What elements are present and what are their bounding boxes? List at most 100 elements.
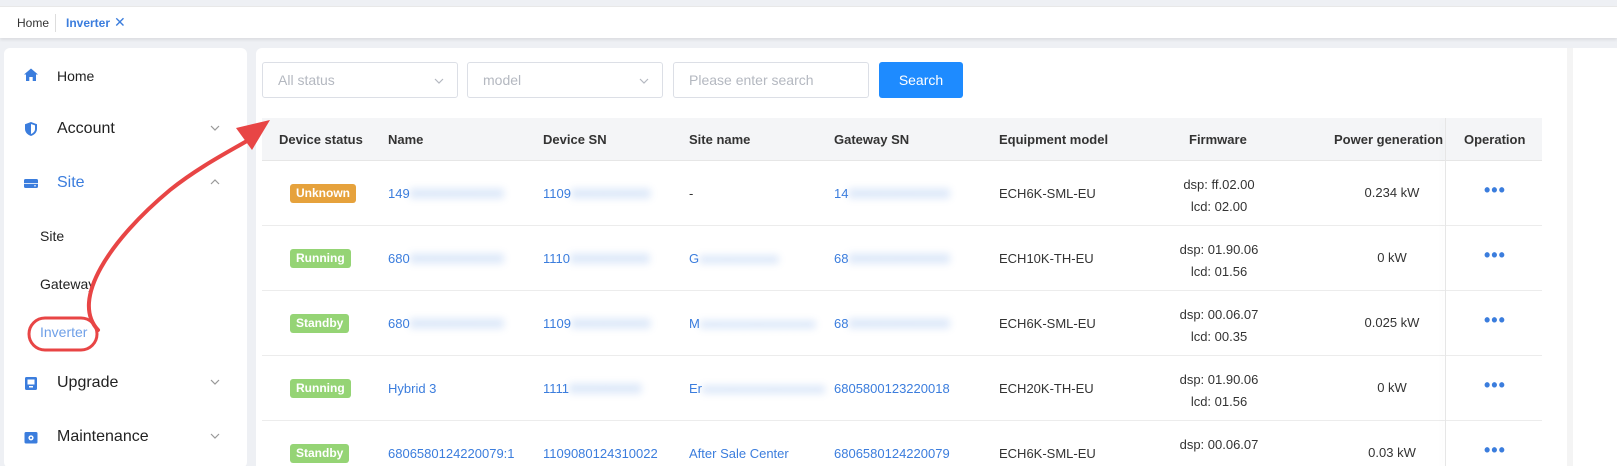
sidebar-item-home[interactable]: Home <box>4 55 247 95</box>
status-badge: Running <box>290 379 351 398</box>
firmware: dsp: 00.06.07 lcd: 00.35 <box>1179 307 1259 344</box>
column-header: Firmware <box>1189 132 1247 147</box>
chevron-down-icon <box>210 125 220 131</box>
site-name-link[interactable]: Erooooooooooooooooo <box>689 381 825 396</box>
device-name-link[interactable]: Hybrid 3 <box>388 381 436 396</box>
firmware: dsp: 01.90.06 lcd: 01.56 <box>1179 242 1259 279</box>
sidebar-subitem-label: Gateway <box>40 276 96 292</box>
power-generation: 0.025 kW <box>1364 315 1420 330</box>
sidebar-item-label: Site <box>57 174 85 191</box>
device-name-link[interactable]: 1490000000000000 <box>388 186 504 201</box>
search-input[interactable] <box>673 62 869 98</box>
column-header: Operation <box>1464 132 1526 147</box>
sidebar-item-site[interactable]: Site <box>4 163 247 203</box>
column-header: Device SN <box>543 132 607 147</box>
tab-home[interactable]: Home <box>17 16 49 30</box>
site-name-link[interactable]: After Sale Center <box>689 446 789 461</box>
status-select[interactable]: All status <box>262 62 458 98</box>
tab-bar: Home Inverter ✕ <box>0 6 1617 38</box>
toolbox-icon <box>24 432 38 444</box>
table-row[interactable]: Running 6800000000000000 111000000000000… <box>262 226 1542 291</box>
device-name-link[interactable]: 6800000000000000 <box>388 251 504 266</box>
more-icon[interactable]: ••• <box>1484 310 1506 331</box>
table-row[interactable]: Standby 6800000000000000 110900000000000… <box>262 291 1542 356</box>
search-button[interactable]: Search <box>879 62 963 98</box>
chevron-up-icon <box>210 179 220 185</box>
sidebar-subitem-inverter[interactable]: Inverter <box>40 315 240 349</box>
tab-inverter[interactable]: Inverter <box>66 16 110 30</box>
device-sn-link[interactable]: 110900000000000 <box>543 186 651 201</box>
equipment-model: ECH10K-TH-EU <box>999 251 1094 266</box>
main-panel: All status model Search Device status Na… <box>256 48 1617 466</box>
gateway-sn-link[interactable]: 6806580124220079 <box>834 446 950 461</box>
server-icon <box>24 179 38 188</box>
firmware: dsp: ff.02.00 lcd: 02.00 <box>1183 177 1255 214</box>
gateway-sn-link[interactable]: 6800000000000000 <box>834 316 950 331</box>
close-icon[interactable]: ✕ <box>114 14 126 31</box>
site-name: - <box>689 186 694 201</box>
model-select-placeholder: model <box>483 72 522 88</box>
fixed-column-divider <box>1445 118 1446 466</box>
sidebar-subitem-label: Site <box>40 228 65 244</box>
table-row[interactable]: Unknown 1490000000000000 110900000000000… <box>262 161 1542 226</box>
site-name-link[interactable]: Moooooooooooooooo <box>689 316 816 331</box>
sidebar-item-label: Maintenance <box>57 428 149 445</box>
chevron-down-icon <box>434 78 444 84</box>
device-sn-link[interactable]: 110900000000000 <box>543 316 651 331</box>
table-header: Device status Name Device SN Site name G… <box>262 118 1542 161</box>
column-header: Power generation <box>1334 132 1444 147</box>
device-sn-link[interactable]: 111000000000000 <box>543 251 650 266</box>
column-header: Site name <box>689 132 751 147</box>
equipment-model: ECH6K-SML-EU <box>999 446 1096 461</box>
more-icon[interactable]: ••• <box>1484 245 1506 266</box>
firmware: dsp: 01.90.06 lcd: 01.56 <box>1179 372 1259 409</box>
table-row[interactable]: Running Hybrid 3 11110000000000 Eroooooo… <box>262 356 1542 421</box>
power-generation: 0 kW <box>1377 380 1407 395</box>
column-header: Name <box>388 132 424 147</box>
home-icon <box>24 68 38 81</box>
sidebar-subitem-site[interactable]: Site <box>40 219 240 253</box>
equipment-model: ECH20K-TH-EU <box>999 381 1094 396</box>
shield-icon <box>25 122 37 136</box>
status-badge: Unknown <box>290 184 356 203</box>
sidebar-item-label: Upgrade <box>57 374 119 391</box>
equipment-model: ECH6K-SML-EU <box>999 316 1096 331</box>
sidebar-subitem-label: Inverter <box>40 324 88 340</box>
chevron-down-icon <box>210 433 220 439</box>
sidebar-item-label: Home <box>57 68 95 84</box>
model-select[interactable]: model <box>467 62 663 98</box>
site-name-link[interactable]: Gooooooooooo <box>689 251 779 266</box>
gateway-sn-link[interactable]: 6805800123220018 <box>834 381 950 396</box>
gateway-sn-link[interactable]: 6800000000000000 <box>834 251 950 266</box>
column-header: Gateway SN <box>834 132 910 147</box>
sidebar-item-account[interactable]: Account <box>4 109 247 149</box>
power-generation: 0 kW <box>1377 250 1407 265</box>
status-select-placeholder: All status <box>278 72 335 88</box>
device-name-link[interactable]: 6800000000000000 <box>388 316 504 331</box>
chevron-down-icon <box>639 78 649 84</box>
device-name-link[interactable]: 6806580124220079:1 <box>388 446 515 461</box>
tab-divider <box>55 14 56 32</box>
device-sn-link[interactable]: 1109080124310022 <box>543 446 658 461</box>
more-icon[interactable]: ••• <box>1484 375 1506 396</box>
power-generation: 0.03 kW <box>1368 445 1416 460</box>
status-badge: Standby <box>290 444 350 463</box>
upgrade-icon <box>25 377 37 390</box>
status-badge: Running <box>290 249 351 268</box>
sidebar-item-maintenance[interactable]: Maintenance <box>4 417 247 457</box>
power-generation: 0.234 kW <box>1364 185 1420 200</box>
scrollbar[interactable] <box>1567 48 1573 466</box>
more-icon[interactable]: ••• <box>1484 180 1506 201</box>
column-header: Device status <box>279 132 363 147</box>
sidebar-item-upgrade[interactable]: Upgrade <box>4 363 247 403</box>
chevron-down-icon <box>210 379 220 385</box>
gateway-sn-link[interactable]: 1400000000000000 <box>834 186 950 201</box>
column-header: Equipment model <box>999 132 1109 147</box>
status-badge: Standby <box>290 314 350 333</box>
sidebar: Home Account Site Site Gateway Inverter … <box>4 48 247 466</box>
more-icon[interactable]: ••• <box>1484 440 1506 461</box>
sidebar-subitem-gateway[interactable]: Gateway <box>40 267 240 301</box>
table-row[interactable]: Standby 6806580124220079:1 1109080124310… <box>262 421 1542 466</box>
device-sn-link[interactable]: 11110000000000 <box>543 381 641 396</box>
equipment-model: ECH6K-SML-EU <box>999 186 1096 201</box>
